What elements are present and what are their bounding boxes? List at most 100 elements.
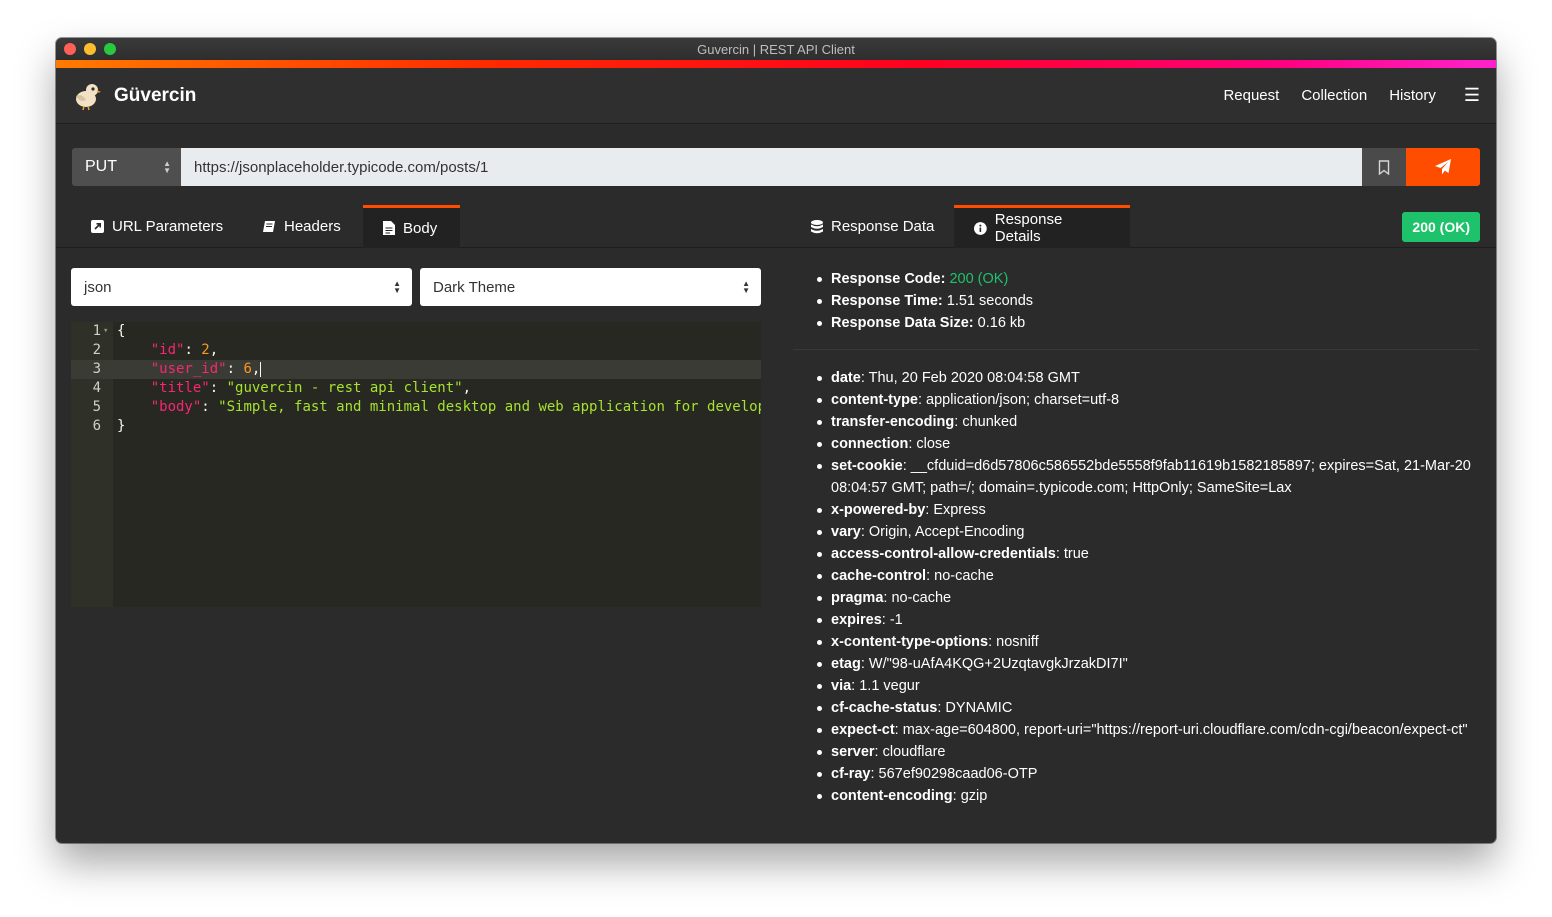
tab-url-parameters[interactable]: URL Parameters bbox=[71, 205, 243, 248]
code-token: , bbox=[462, 380, 472, 396]
info-circle-icon bbox=[974, 221, 987, 235]
response-item-key: Response Code: bbox=[831, 271, 946, 287]
response-item-value: 1.51 seconds bbox=[942, 293, 1034, 309]
response-item: server: cloudflare bbox=[793, 741, 1483, 763]
code-token: } bbox=[117, 418, 126, 434]
window-controls bbox=[64, 43, 116, 55]
response-item-key: pragma bbox=[831, 590, 884, 606]
format-select[interactable]: json ▲ ▼ bbox=[71, 268, 412, 306]
response-item: expect-ct: max-age=604800, report-uri="h… bbox=[793, 719, 1483, 741]
tab-label: Headers bbox=[284, 218, 341, 235]
response-item-value: : true bbox=[1055, 546, 1089, 562]
response-item: Response Data Size: 0.16 kb bbox=[793, 312, 1483, 334]
bookmark-button[interactable] bbox=[1362, 148, 1406, 186]
request-bar: PUT ▲ ▼ https://jsonplaceholder.typicode.… bbox=[72, 148, 1480, 186]
code-line[interactable]: 2 "id": 2, bbox=[71, 341, 761, 360]
status-badge: 200 (OK) bbox=[1402, 212, 1480, 242]
code-text: "body": "Simple, fast and minimal deskto… bbox=[117, 398, 761, 417]
hamburger-menu-icon[interactable]: ☰ bbox=[1464, 85, 1480, 106]
method-select[interactable]: PUT ▲ ▼ bbox=[72, 148, 181, 186]
response-item-value: : gzip bbox=[952, 788, 988, 804]
select-arrows-icon: ▲ ▼ bbox=[163, 159, 171, 175]
response-item: pragma: no-cache bbox=[793, 587, 1483, 609]
response-item: x-content-type-options: nosniff bbox=[793, 631, 1483, 653]
response-item: content-encoding: gzip bbox=[793, 785, 1483, 807]
response-item-value: : Thu, 20 Feb 2020 08:04:58 GMT bbox=[860, 370, 1080, 386]
fold-arrow-icon[interactable]: ▾ bbox=[103, 322, 108, 341]
line-number: 2 bbox=[92, 342, 101, 358]
title-bar: Guvercin | REST API Client bbox=[56, 38, 1496, 60]
response-item-value: : 1.1 vegur bbox=[851, 678, 920, 694]
file-text-icon bbox=[383, 221, 395, 235]
response-item: via: 1.1 vegur bbox=[793, 675, 1483, 697]
response-item-key: cf-ray bbox=[831, 766, 871, 782]
response-item-key: expect-ct bbox=[831, 722, 895, 738]
code-line[interactable]: 5 "body": "Simple, fast and minimal desk… bbox=[71, 398, 761, 417]
close-window-button[interactable] bbox=[64, 43, 76, 55]
select-arrows-icon: ▲ ▼ bbox=[393, 279, 401, 295]
response-item-key: cache-control bbox=[831, 568, 927, 584]
nav-link-collection[interactable]: Collection bbox=[1301, 87, 1367, 104]
response-item-value: : nosniff bbox=[988, 634, 1039, 650]
nav-link-history[interactable]: History bbox=[1389, 87, 1436, 104]
response-item-key: content-encoding bbox=[831, 788, 953, 804]
code-line[interactable]: 3 "user_id": 6, bbox=[71, 360, 761, 379]
code-text: "user_id": 6, bbox=[117, 360, 262, 379]
response-item-value: : -1 bbox=[881, 612, 903, 628]
code-token: "guvercin - rest api client" bbox=[226, 380, 463, 396]
theme-select[interactable]: Dark Theme ▲ ▼ bbox=[420, 268, 761, 306]
response-item: set-cookie: __cfduid=d6d57806c586552bde5… bbox=[793, 455, 1483, 499]
response-item-value: : cloudflare bbox=[874, 744, 946, 760]
send-button[interactable] bbox=[1406, 148, 1480, 186]
response-item: transfer-encoding: chunked bbox=[793, 411, 1483, 433]
code-text: } bbox=[117, 417, 125, 436]
response-item-key: cf-cache-status bbox=[831, 700, 938, 716]
brand-name: Güvercin bbox=[114, 84, 197, 106]
database-icon bbox=[811, 219, 823, 233]
response-item: Response Time: 1.51 seconds bbox=[793, 290, 1483, 312]
response-item-key: transfer-encoding bbox=[831, 414, 955, 430]
response-item-key: Response Time: bbox=[831, 293, 943, 309]
response-item: x-powered-by: Express bbox=[793, 499, 1483, 521]
paper-plane-icon bbox=[1435, 159, 1451, 175]
tab-response-data[interactable]: Response Data bbox=[791, 205, 954, 248]
tab-response-details[interactable]: Response Details bbox=[954, 205, 1130, 248]
accent-gradient-bar bbox=[56, 60, 1496, 68]
response-item-key: server bbox=[831, 744, 875, 760]
url-input[interactable]: https://jsonplaceholder.typicode.com/pos… bbox=[181, 148, 1362, 186]
minimize-window-button[interactable] bbox=[84, 43, 96, 55]
response-item: cf-cache-status: DYNAMIC bbox=[793, 697, 1483, 719]
tab-headers[interactable]: Headers bbox=[242, 205, 361, 248]
code-token: 2 bbox=[201, 342, 210, 358]
select-arrows-icon: ▲ ▼ bbox=[742, 279, 750, 295]
code-token: { bbox=[117, 323, 126, 339]
nav-links: Request Collection History ☰ bbox=[1223, 85, 1480, 106]
tab-label: Response Details bbox=[994, 211, 1063, 245]
response-item-key: expires bbox=[831, 612, 882, 628]
line-number: 1 bbox=[92, 323, 101, 339]
brand[interactable]: Güvercin bbox=[72, 81, 196, 111]
book-icon bbox=[263, 221, 275, 232]
body-code-editor[interactable]: 1 ▾ {2 "id": 2, 3 "user_id": 6, 4 "title": "… bbox=[71, 322, 761, 607]
zoom-window-button[interactable] bbox=[104, 43, 116, 55]
code-token: "title" bbox=[150, 380, 210, 396]
code-line[interactable]: 4 "title": "guvercin - rest api client", bbox=[71, 379, 761, 398]
response-item-key: etag bbox=[831, 656, 861, 672]
response-item: expires: -1 bbox=[793, 609, 1483, 631]
response-item-key: Response Data Size: bbox=[831, 315, 974, 331]
code-token: , bbox=[251, 361, 261, 377]
code-token: , bbox=[209, 342, 219, 358]
code-line[interactable]: 6} bbox=[71, 417, 761, 436]
code-line[interactable]: 1 ▾ { bbox=[71, 322, 761, 341]
response-item: cf-ray: 567ef90298caad06-OTP bbox=[793, 763, 1483, 785]
response-item: date: Thu, 20 Feb 2020 08:04:58 GMT bbox=[793, 367, 1483, 389]
line-number: 6 bbox=[92, 418, 101, 434]
line-number: 3 bbox=[92, 361, 101, 377]
nav-link-request[interactable]: Request bbox=[1223, 87, 1279, 104]
response-item-value: : no-cache bbox=[926, 568, 994, 584]
tab-body[interactable]: Body bbox=[363, 205, 460, 248]
navbar: Güvercin Request Collection History ☰ bbox=[56, 68, 1496, 124]
